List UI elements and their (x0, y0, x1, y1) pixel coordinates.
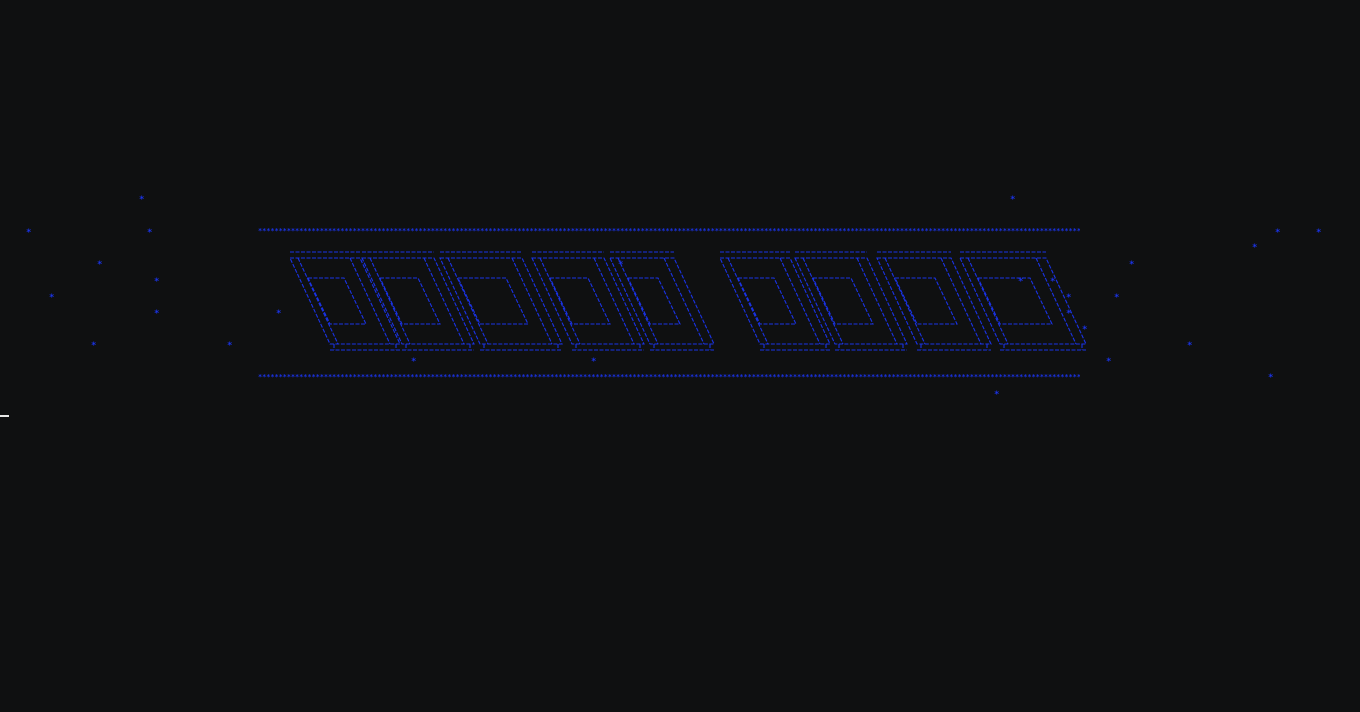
star-dot: * (1252, 243, 1258, 253)
star-dot: * (97, 260, 103, 270)
star-dot: * (1082, 325, 1088, 335)
star-dot: * (276, 309, 282, 319)
star-dot: * (49, 293, 55, 303)
star-dot: * (1050, 277, 1056, 287)
star-dot: * (1106, 357, 1112, 367)
terminal-screen: ****************************************… (0, 0, 1360, 712)
star-dot: * (1114, 293, 1120, 303)
star-dot: * (1066, 309, 1072, 319)
star-dot: * (154, 277, 160, 287)
star-dot: * (411, 357, 417, 367)
star-dot: * (994, 390, 1000, 400)
banner-top-border: ****************************************… (258, 228, 1080, 235)
banner-bottom-border: ****************************************… (258, 374, 1080, 381)
star-dot: * (147, 228, 153, 238)
star-dot: * (1187, 341, 1193, 351)
star-dot: * (154, 309, 160, 319)
star-dot: * (227, 341, 233, 351)
ascii-art-logo (289, 251, 1087, 351)
terminal-cursor (0, 415, 9, 417)
star-dot: * (1129, 260, 1135, 270)
star-dot: * (1268, 373, 1274, 383)
star-dot: * (1275, 228, 1281, 238)
star-dot: * (1010, 195, 1016, 205)
star-dot: * (26, 228, 32, 238)
star-dot: * (591, 357, 597, 367)
star-dot: * (139, 195, 145, 205)
star-dot: * (618, 260, 624, 270)
star-dot: * (91, 341, 97, 351)
star-dot: * (1316, 228, 1322, 238)
star-dot: * (1066, 293, 1072, 303)
star-dot: * (1018, 277, 1024, 287)
